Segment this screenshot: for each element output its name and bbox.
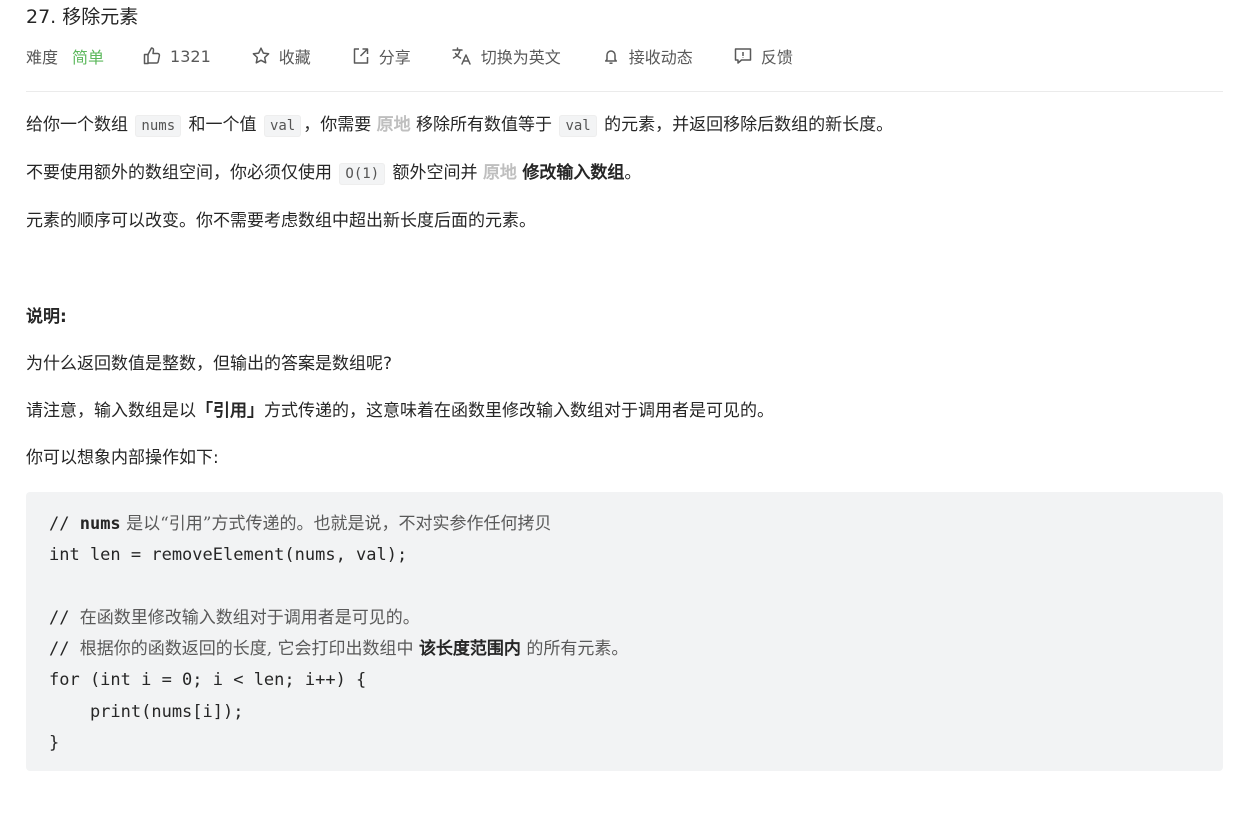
translate-label: 切换为英文 [480, 48, 561, 67]
feedback-label: 反馈 [760, 48, 793, 67]
explanation-title: 说明: [26, 307, 67, 327]
like-count: 1321 [170, 46, 211, 66]
difficulty-label: 难度 [26, 48, 59, 67]
text: 方式传递的，这意味着在函数里修改输入数组对于调用者是可见的。 [264, 401, 774, 421]
inline-code: nums [135, 115, 182, 137]
text: 。 [624, 163, 642, 183]
code-comment: 是以“引用”方式传递的。也就是说，不对实参作任何拷贝 [120, 514, 552, 534]
bell-icon [601, 46, 621, 66]
code-line: // 根据你的函数返回的长度, 它会打印出数组中 该长度范围内 的所有元素。 [49, 634, 628, 665]
code-comment: 的所有元素。 [520, 639, 629, 660]
code-lines: // nums 是以“引用”方式传递的。也就是说，不对实参作任何拷贝 int le… [49, 509, 628, 759]
thumbs-up-icon [142, 46, 162, 66]
translate-button[interactable]: 切换为英文 [451, 44, 561, 68]
share-icon [351, 46, 371, 66]
subscribe-label: 接收动态 [628, 48, 693, 67]
code-comment-prefix: // [49, 514, 80, 534]
share-button[interactable]: 分享 [351, 44, 411, 68]
text: 和一个值 [188, 115, 257, 135]
explanation-paragraph-3: 你可以想象内部操作如下: [26, 448, 219, 468]
difficulty-value: 简单 [72, 48, 105, 67]
subscribe-button[interactable]: 接收动态 [601, 44, 693, 68]
like-button[interactable]: 1321 [142, 46, 211, 66]
bold-text: 修改输入数组 [522, 163, 625, 183]
description-paragraph-1: 给你一个数组 nums 和一个值 val ，你需要 原地 移除所有数值等于 val… [26, 112, 893, 139]
code-block: // nums 是以“引用”方式传递的。也就是说，不对实参作任何拷贝 int le… [26, 492, 1223, 771]
code-line: // nums 是以“引用”方式传递的。也就是说，不对实参作任何拷贝 [49, 509, 628, 540]
text: 额外空间并 [392, 163, 478, 183]
code-bold: nums [79, 514, 121, 534]
highlight-text: 原地 [376, 115, 411, 135]
code-line: // 在函数里修改输入数组对于调用者是可见的。 [49, 603, 628, 634]
divider [26, 91, 1223, 92]
bold-text: 「引用」 [196, 401, 264, 421]
description-paragraph-3: 元素的顺序可以改变。你不需要考虑数组中超出新长度后面的元素。 [26, 211, 536, 231]
favorite-button[interactable]: 收藏 [251, 44, 311, 68]
code-line: print(nums[i]); [49, 701, 244, 722]
explanation-paragraph-2: 请注意，输入数组是以「引用」方式传递的，这意味着在函数里修改输入数组对于调用者是… [26, 398, 774, 424]
inline-code: val [559, 115, 597, 137]
text: 给你一个数组 [26, 115, 128, 135]
difficulty: 难度 简单 [26, 44, 104, 68]
code-line: } [49, 733, 60, 754]
text: 移除所有数值等于 [416, 115, 553, 135]
feedback-icon [733, 46, 753, 66]
text: ，你需要 [303, 115, 372, 135]
text: 请注意，输入数组是以 [26, 401, 196, 421]
problem-title: 27. 移除元素 [26, 6, 139, 28]
code-comment-prefix: // [49, 639, 80, 660]
highlight-text: 原地 [482, 163, 517, 183]
explanation-paragraph-1: 为什么返回数值是整数，但输出的答案是数组呢? [26, 354, 393, 374]
code-comment-prefix: // [49, 607, 80, 628]
code-comment: 根据你的函数返回的长度, 它会打印出数组中 [79, 639, 419, 660]
translate-icon [451, 46, 473, 66]
favorite-label: 收藏 [278, 48, 311, 67]
inline-code: O(1) [339, 163, 386, 185]
inline-code: val [263, 115, 302, 137]
share-label: 分享 [378, 48, 411, 67]
text: 的元素，并返回移除后数组的新长度。 [604, 115, 894, 135]
code-line: for (int i = 0; i < len; i++) { [49, 670, 367, 691]
code-bold: 该长度范围内 [418, 639, 521, 660]
description-paragraph-2: 不要使用额外的数组空间，你必须仅使用 O(1) 额外空间并 原地 修改输入数组。 [26, 160, 641, 187]
code-line: int len = removeElement(nums, val); [49, 545, 408, 566]
code-comment: 在函数里修改输入数组对于调用者是可见的。 [79, 607, 420, 628]
text: 不要使用额外的数组空间，你必须仅使用 [26, 163, 332, 183]
feedback-button[interactable]: 反馈 [733, 44, 793, 68]
star-icon [251, 46, 271, 66]
problem-meta-bar: 难度 简单 1321 收藏 分享 切换为英文 接收动态 反馈 [26, 44, 833, 68]
